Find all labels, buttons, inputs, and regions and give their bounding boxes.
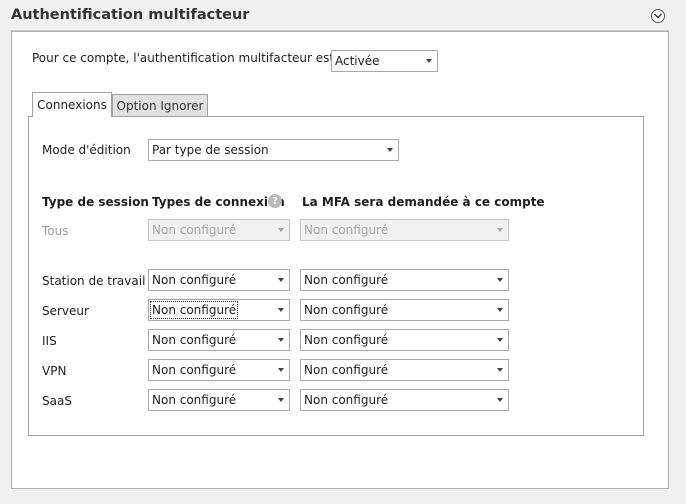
tab-label: Connexions [37, 98, 107, 112]
row-label-iis: IIS [42, 334, 57, 348]
row-label-vpn: VPN [42, 364, 67, 378]
section-title: Authentification multifacteur [11, 7, 250, 23]
header-session-type: Type de session [42, 195, 149, 209]
header-connection-types: Types de connexion [152, 195, 285, 209]
dropdown-arrow-icon [275, 390, 289, 410]
dropdown-arrow-icon [494, 220, 508, 240]
dropdown-arrow-icon [423, 51, 437, 71]
help-icon[interactable]: ? [268, 194, 282, 208]
all-mfa-required-select: Non configuré [300, 219, 509, 241]
select-value: Non configuré [304, 333, 389, 347]
dropdown-arrow-icon [384, 140, 398, 160]
row-label-tous: Tous [42, 224, 69, 238]
tab-label: Option Ignorer [116, 98, 204, 113]
row-label-saas: SaaS [42, 394, 72, 408]
dropdown-arrow-icon [494, 360, 508, 380]
dropdown-arrow-icon [275, 220, 289, 240]
tab-connexions[interactable]: Connexions [32, 92, 112, 117]
edit-mode-label: Mode d'édition [42, 143, 131, 157]
mfa-required-select-iis[interactable]: Non configuré [300, 329, 509, 351]
select-value: Non configuré [152, 223, 237, 237]
row-label-station-de-travail: Station de travail [42, 274, 146, 288]
connection-type-select-vpn[interactable]: Non configuré [148, 359, 290, 381]
dropdown-arrow-icon [275, 270, 289, 290]
dropdown-arrow-icon [494, 330, 508, 350]
mfa-required-select-serveur[interactable]: Non configuré [300, 299, 509, 321]
tab-option-ignorer[interactable]: Option Ignorer [112, 94, 208, 117]
all-connection-type-select: Non configuré [148, 219, 290, 241]
dropdown-arrow-icon [494, 390, 508, 410]
row-label-serveur: Serveur [42, 304, 89, 318]
mfa-required-select-vpn[interactable]: Non configuré [300, 359, 509, 381]
select-value: Non configuré [152, 393, 237, 407]
mfa-required-select-station-de-travail[interactable]: Non configuré [300, 269, 509, 291]
edit-mode-value: Par type de session [152, 143, 269, 157]
connection-type-select-station-de-travail[interactable]: Non configuré [148, 269, 290, 291]
select-value: Non configuré [152, 363, 237, 377]
select-value: Non configuré [304, 363, 389, 377]
mfa-status-label: Pour ce compte, l'authentification multi… [32, 51, 335, 65]
select-value: Non configuré [152, 273, 237, 287]
connection-type-select-serveur[interactable]: Non configuré [148, 299, 290, 321]
select-value: Non configuré [304, 393, 389, 407]
help-glyph: ? [272, 195, 278, 207]
connection-type-select-iis[interactable]: Non configuré [148, 329, 290, 351]
chevron-down-circle-icon[interactable] [651, 9, 665, 23]
dropdown-arrow-icon [275, 330, 289, 350]
select-value: Non configuré [304, 223, 389, 237]
select-value: Non configuré [304, 303, 389, 317]
mfa-status-select[interactable]: Activée [331, 50, 438, 72]
select-value: Non configuré [152, 333, 237, 347]
dropdown-arrow-icon [494, 300, 508, 320]
select-value: Non configuré [304, 273, 389, 287]
mfa-required-select-saas[interactable]: Non configuré [300, 389, 509, 411]
dropdown-arrow-icon [494, 270, 508, 290]
select-value: Non configuré [149, 301, 239, 319]
edit-mode-select[interactable]: Par type de session [148, 139, 399, 161]
dropdown-arrow-icon [275, 300, 289, 320]
mfa-status-value: Activée [335, 54, 380, 68]
dropdown-arrow-icon [275, 360, 289, 380]
header-mfa-required: La MFA sera demandée à ce compte [302, 195, 545, 209]
connection-type-select-saas[interactable]: Non configuré [148, 389, 290, 411]
